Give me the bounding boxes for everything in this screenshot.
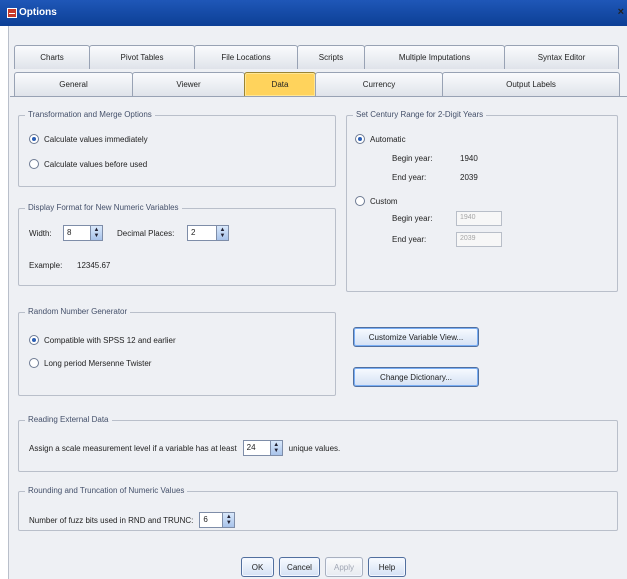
tab-row-2: General Viewer Data Currency Output Labe…: [14, 72, 620, 96]
end-year-value: 2039: [460, 173, 478, 182]
radio-unselected[interactable]: [29, 358, 39, 368]
scale-level-suffix: unique values.: [288, 443, 341, 453]
example-value: 12345.67: [77, 261, 111, 270]
cancel-button[interactable]: Cancel: [279, 557, 320, 577]
width-value[interactable]: 8: [64, 226, 90, 240]
group-title: Transformation and Merge Options: [25, 110, 155, 119]
decimal-places-label: Decimal Places:: [117, 229, 175, 238]
window-title: Options: [19, 7, 57, 18]
begin-year-label: Begin year:: [392, 154, 433, 163]
begin-year-value: 1940: [460, 154, 478, 163]
option-label: Compatible with SPSS 12 and earlier: [44, 335, 176, 345]
tab-general[interactable]: General: [14, 72, 133, 96]
compatible-spss12-option[interactable]: Compatible with SPSS 12 and earlier: [29, 335, 176, 345]
option-label: Calculate values before used: [44, 159, 148, 169]
option-label: Long period Mersenne Twister: [44, 358, 152, 368]
option-label: Custom: [370, 196, 398, 206]
tab-scripts[interactable]: Scripts: [297, 45, 365, 69]
radio-unselected[interactable]: [355, 196, 365, 206]
radio-selected[interactable]: [29, 134, 39, 144]
rounding-group: Rounding and Truncation of Numeric Value…: [18, 486, 618, 531]
end-year-label: End year:: [392, 173, 427, 182]
help-button[interactable]: Help: [368, 557, 406, 577]
decimal-places-spinner[interactable]: 2 ▲ ▼: [187, 225, 229, 241]
width-label: Width:: [29, 229, 52, 238]
scale-threshold-spinner[interactable]: 24 ▲ ▼: [242, 440, 283, 456]
custom-end-label: End year:: [392, 235, 427, 244]
app-icon: [7, 8, 17, 18]
decimal-value[interactable]: 2: [188, 226, 216, 240]
calc-before-used-option[interactable]: Calculate values before used: [29, 159, 147, 169]
close-icon[interactable]: ×: [618, 6, 624, 18]
tab-output-labels[interactable]: Output Labels: [442, 72, 620, 96]
radio-selected[interactable]: [29, 335, 39, 345]
width-spinner[interactable]: 8 ▲ ▼: [63, 225, 103, 241]
tab-file-locations[interactable]: File Locations: [194, 45, 298, 69]
spinner-arrows-icon[interactable]: ▲ ▼: [269, 441, 282, 455]
apply-button[interactable]: Apply: [325, 557, 363, 577]
spinner-arrows-icon[interactable]: ▲ ▼: [222, 513, 235, 527]
tab-currency[interactable]: Currency: [315, 72, 443, 96]
tab-charts[interactable]: Charts: [14, 45, 90, 69]
ok-button[interactable]: OK: [241, 557, 274, 577]
fuzz-bits-label: Number of fuzz bits used in RND and TRUN…: [29, 515, 194, 525]
century-group: Set Century Range for 2-Digit Years Auto…: [346, 110, 618, 292]
spinner-arrows-icon[interactable]: ▲ ▼: [216, 226, 228, 240]
fuzz-bits-value[interactable]: 6: [200, 513, 222, 527]
option-label: Automatic: [370, 134, 406, 144]
radio-unselected[interactable]: [29, 159, 39, 169]
example-label: Example:: [29, 261, 63, 270]
century-automatic-option[interactable]: Automatic: [355, 134, 406, 144]
fuzz-bits-spinner[interactable]: 6 ▲ ▼: [199, 512, 236, 528]
scale-level-prefix: Assign a scale measurement level if a va…: [29, 443, 237, 453]
mersenne-twister-option[interactable]: Long period Mersenne Twister: [29, 358, 151, 368]
radio-selected[interactable]: [355, 134, 365, 144]
tab-multiple-imputations[interactable]: Multiple Imputations: [364, 45, 505, 69]
fuzz-bits-row: Number of fuzz bits used in RND and TRUN…: [29, 512, 236, 528]
tab-pivot-tables[interactable]: Pivot Tables: [89, 45, 195, 69]
group-title: Reading External Data: [25, 415, 112, 424]
tab-row-1: Charts Pivot Tables File Locations Scrip…: [14, 45, 619, 69]
title-bar: Options ×: [0, 0, 627, 26]
group-title: Set Century Range for 2-Digit Years: [353, 110, 487, 119]
option-label: Calculate values immediately: [44, 134, 148, 144]
custom-begin-label: Begin year:: [392, 214, 433, 223]
custom-end-field[interactable]: 2039: [456, 232, 502, 247]
random-generator-group: Random Number Generator Compatible with …: [18, 307, 336, 396]
scale-threshold-value[interactable]: 24: [244, 441, 270, 455]
group-title: Display Format for New Numeric Variables: [25, 203, 182, 212]
display-format-group: Display Format for New Numeric Variables…: [18, 203, 336, 286]
custom-begin-field[interactable]: 1940: [456, 211, 502, 226]
transformation-group: Transformation and Merge Options Calcula…: [18, 110, 336, 187]
options-window: Options × Charts Pivot Tables File Locat…: [0, 0, 627, 579]
change-dictionary-button[interactable]: Change Dictionary...: [353, 367, 479, 387]
spinner-arrows-icon[interactable]: ▲ ▼: [90, 226, 102, 240]
century-custom-option[interactable]: Custom: [355, 196, 398, 206]
reading-external-data-group: Reading External Data Assign a scale mea…: [18, 415, 618, 472]
tab-viewer[interactable]: Viewer: [132, 72, 245, 96]
group-title: Rounding and Truncation of Numeric Value…: [25, 486, 188, 495]
customize-variable-view-button[interactable]: Customize Variable View...: [353, 327, 479, 347]
tab-data[interactable]: Data: [244, 72, 316, 96]
tab-syntax-editor[interactable]: Syntax Editor: [504, 45, 619, 69]
group-title: Random Number Generator: [25, 307, 131, 316]
calc-immediately-option[interactable]: Calculate values immediately: [29, 134, 148, 144]
scale-level-row: Assign a scale measurement level if a va…: [29, 440, 340, 456]
